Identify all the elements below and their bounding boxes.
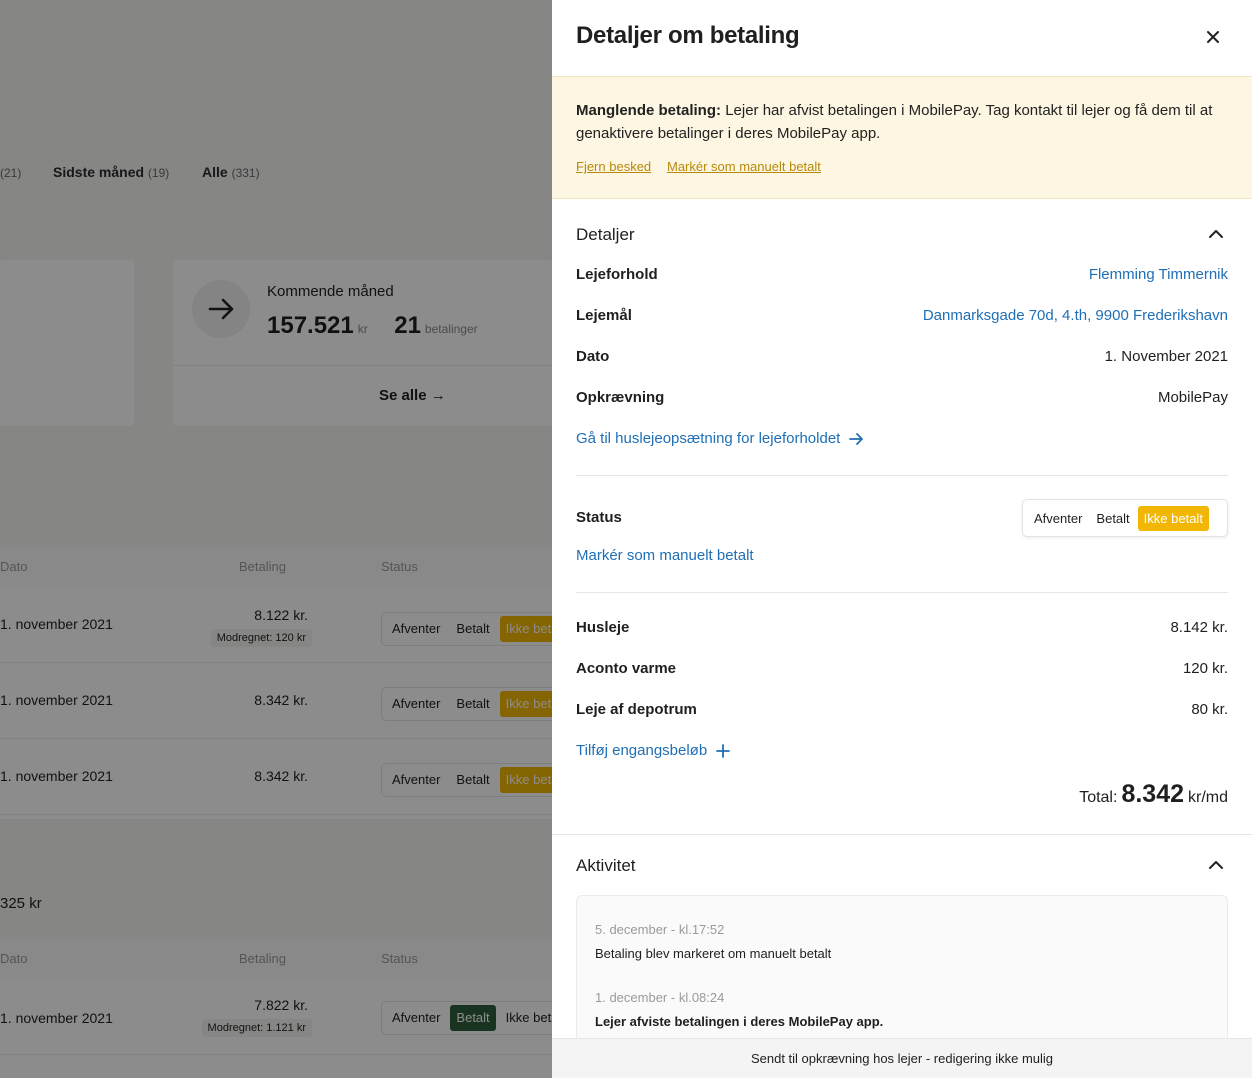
details-section-title: Detaljer [576,225,635,244]
total-amount: Total: 8.342 kr/md [1079,780,1228,808]
detail-row-property: Lejemål Danmarksgade 70d, 4.th, 9900 Fre… [576,307,1228,324]
activity-date: 1. december - kl.08:24 [595,990,725,1005]
close-icon[interactable] [1202,26,1224,48]
chevron-up-icon[interactable] [1206,855,1226,875]
status-option-paid[interactable]: Betalt [1090,506,1135,531]
tenancy-link[interactable]: Flemming Timmernik [1089,266,1228,283]
line-item: Husleje 8.142 kr. [576,619,1228,636]
line-item: Aconto varme 120 kr. [576,660,1228,677]
detail-row-date: Dato 1. November 2021 [576,348,1228,365]
add-one-time-amount-link[interactable]: Tilføj engangsbeløb [576,742,731,759]
dismiss-message-link[interactable]: Fjern besked [576,159,651,174]
mark-manually-paid-link-2[interactable]: Markér som manuelt betalt [576,547,754,564]
status-option-pending[interactable]: Afventer [1028,506,1088,531]
plus-icon [716,743,731,758]
panel-title: Detaljer om betaling [576,22,800,49]
rent-setup-link[interactable]: Gå til huslejeopsætning for lejeforholde… [576,430,864,447]
activity-text: Lejer afviste betalingen i deres MobileP… [595,1014,884,1029]
chevron-up-icon[interactable] [1206,224,1226,244]
status-option-unpaid[interactable]: Ikke betalt [1137,505,1209,531]
detail-row-collection: Opkrævning MobilePay [576,389,1228,406]
detail-row-tenancy: Lejeforhold Flemming Timmernik [576,266,1228,283]
payment-details-panel: Detaljer om betaling Manglende betaling:… [552,0,1252,1078]
property-link[interactable]: Danmarksgade 70d, 4.th, 9900 Frederiksha… [923,307,1228,324]
alert-message: Manglende betaling: Lejer har afvist bet… [576,102,1213,142]
line-item: Leje af depotrum 80 kr. [576,701,1228,718]
activity-text: Betaling blev markeret om manuelt betalt [595,946,832,961]
missing-payment-alert: Manglende betaling: Lejer har afvist bet… [552,76,1252,199]
status-selector[interactable]: Afventer Betalt Ikke betalt [1022,499,1228,537]
mark-manually-paid-link[interactable]: Markér som manuelt betalt [667,159,821,174]
activity-section-title: Aktivitet [576,856,636,875]
panel-footer-status: Sendt til opkrævning hos lejer - rediger… [552,1038,1252,1078]
activity-date: 5. december - kl.17:52 [595,922,725,937]
modal-backdrop[interactable] [0,0,552,1078]
arrow-right-icon [849,432,864,445]
